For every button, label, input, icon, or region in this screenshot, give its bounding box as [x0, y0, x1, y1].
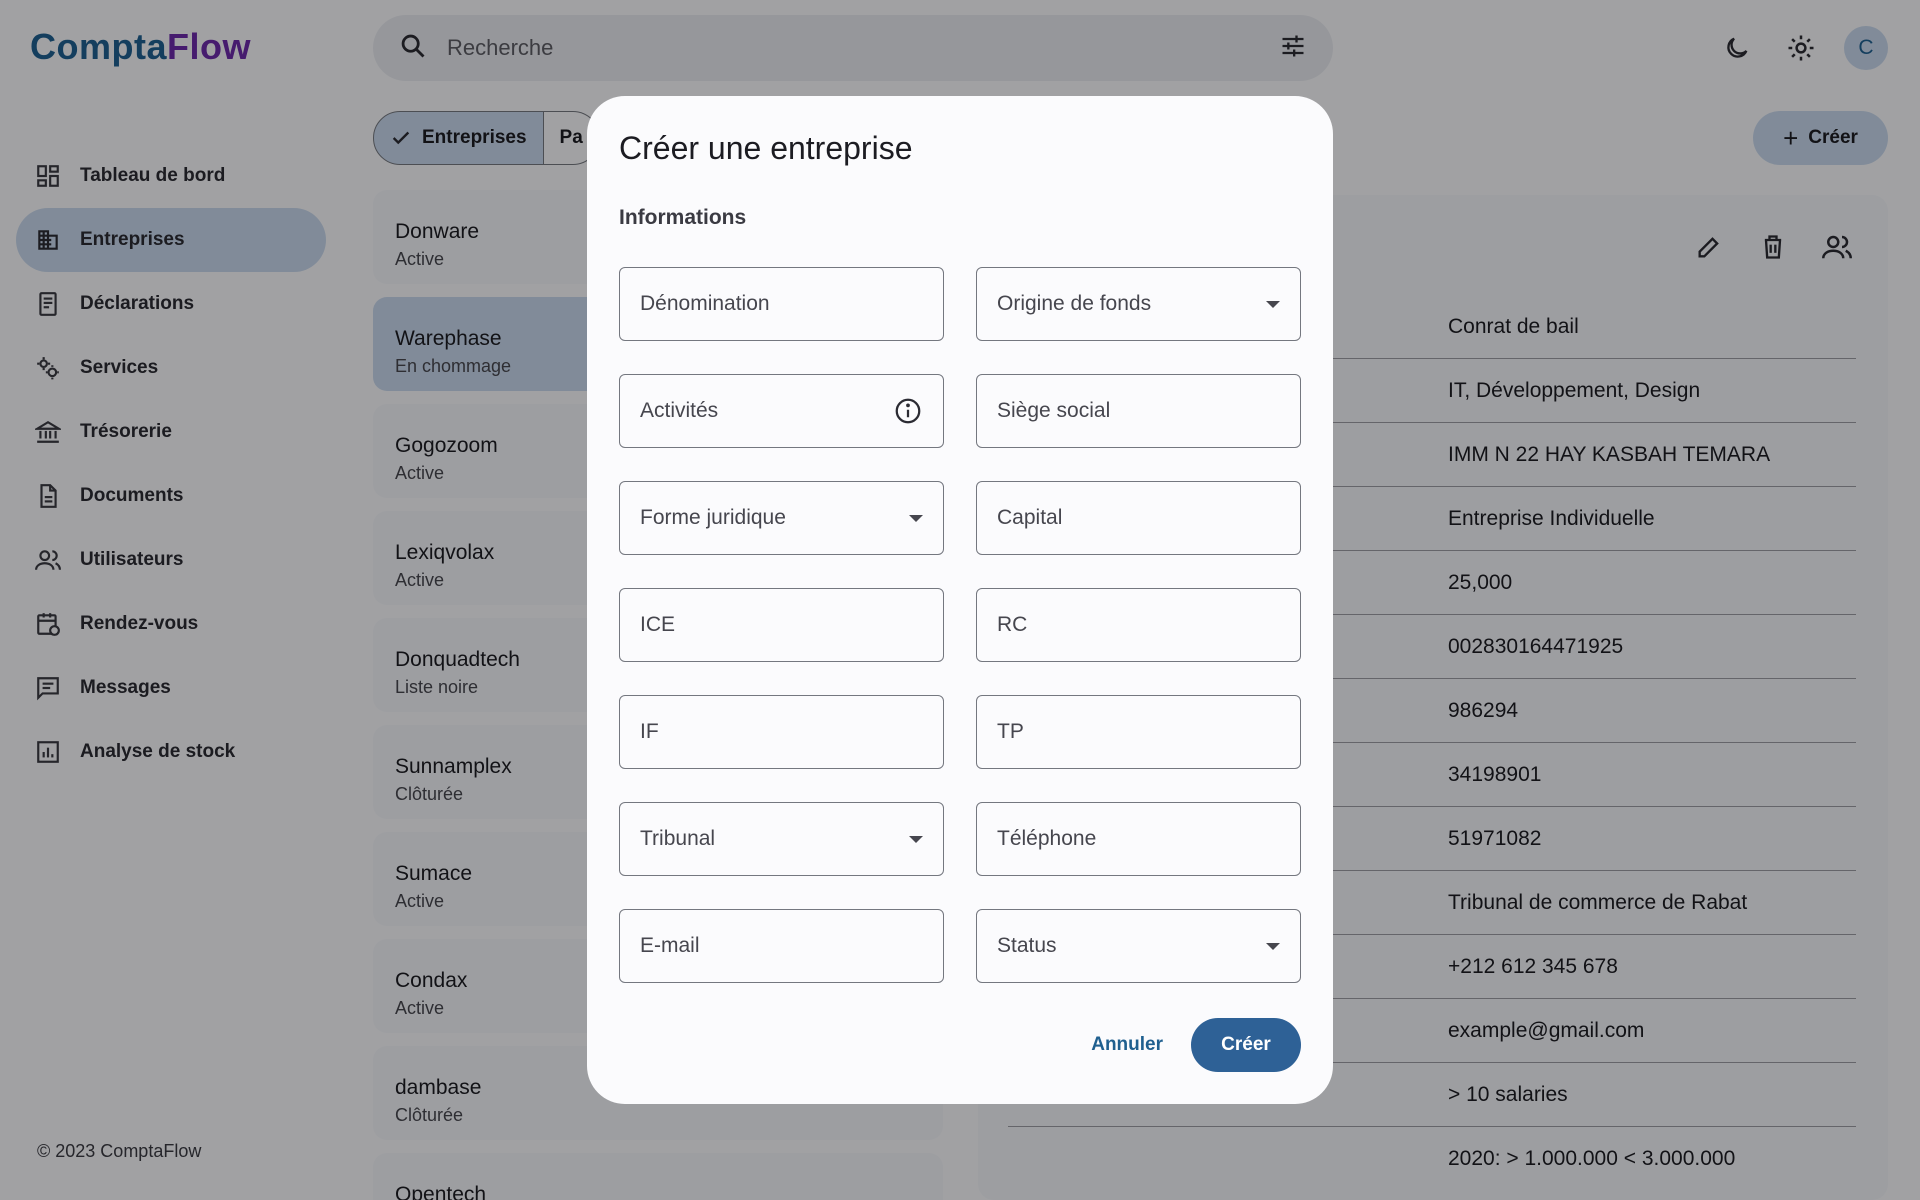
telephone-field[interactable]: Téléphone	[976, 802, 1301, 876]
field-label: Siège social	[997, 399, 1111, 422]
dropdown-arrow-icon	[909, 514, 923, 522]
status-select[interactable]: Status	[976, 909, 1301, 983]
field-label: RC	[997, 613, 1028, 636]
siege-social-field[interactable]: Siège social	[976, 374, 1301, 448]
ice-field[interactable]: ICE	[619, 588, 944, 662]
field-label: ICE	[640, 613, 676, 636]
capital-field[interactable]: Capital	[976, 481, 1301, 555]
activites-field[interactable]: Activités	[619, 374, 944, 448]
create-company-dialog: Créer une entreprise Informations Dénomi…	[587, 96, 1333, 1104]
field-label: Status	[997, 934, 1057, 957]
field-label: Capital	[997, 506, 1063, 529]
field-label: Forme juridique	[640, 506, 786, 529]
origine-de-fonds-select[interactable]: Origine de fonds	[976, 267, 1301, 341]
field-label: Origine de fonds	[997, 292, 1152, 315]
info-icon[interactable]	[893, 396, 923, 426]
dialog-section-title: Informations	[619, 206, 747, 229]
dialog-actions: Annuler Créer	[1091, 1018, 1301, 1072]
field-label: Tribunal	[640, 827, 716, 850]
dropdown-arrow-icon	[1266, 300, 1280, 308]
dropdown-arrow-icon	[909, 835, 923, 843]
denomination-field[interactable]: Dénomination	[619, 267, 944, 341]
rc-field[interactable]: RC	[976, 588, 1301, 662]
email-field[interactable]: E-mail	[619, 909, 944, 983]
field-label: Téléphone	[997, 827, 1097, 850]
dialog-title: Créer une entreprise	[619, 130, 913, 166]
submit-button[interactable]: Créer	[1191, 1018, 1301, 1072]
if-field[interactable]: IF	[619, 695, 944, 769]
field-label: E-mail	[640, 934, 700, 957]
field-label: Activités	[640, 399, 719, 422]
forme-juridique-select[interactable]: Forme juridique	[619, 481, 944, 555]
field-label: IF	[640, 720, 659, 743]
field-label: Dénomination	[640, 292, 770, 315]
cancel-button[interactable]: Annuler	[1091, 1034, 1163, 1056]
form-grid: Dénomination Origine de fonds Activités …	[619, 267, 1301, 983]
dropdown-arrow-icon	[1266, 942, 1280, 950]
tribunal-select[interactable]: Tribunal	[619, 802, 944, 876]
field-label: TP	[997, 720, 1024, 743]
tp-field[interactable]: TP	[976, 695, 1301, 769]
